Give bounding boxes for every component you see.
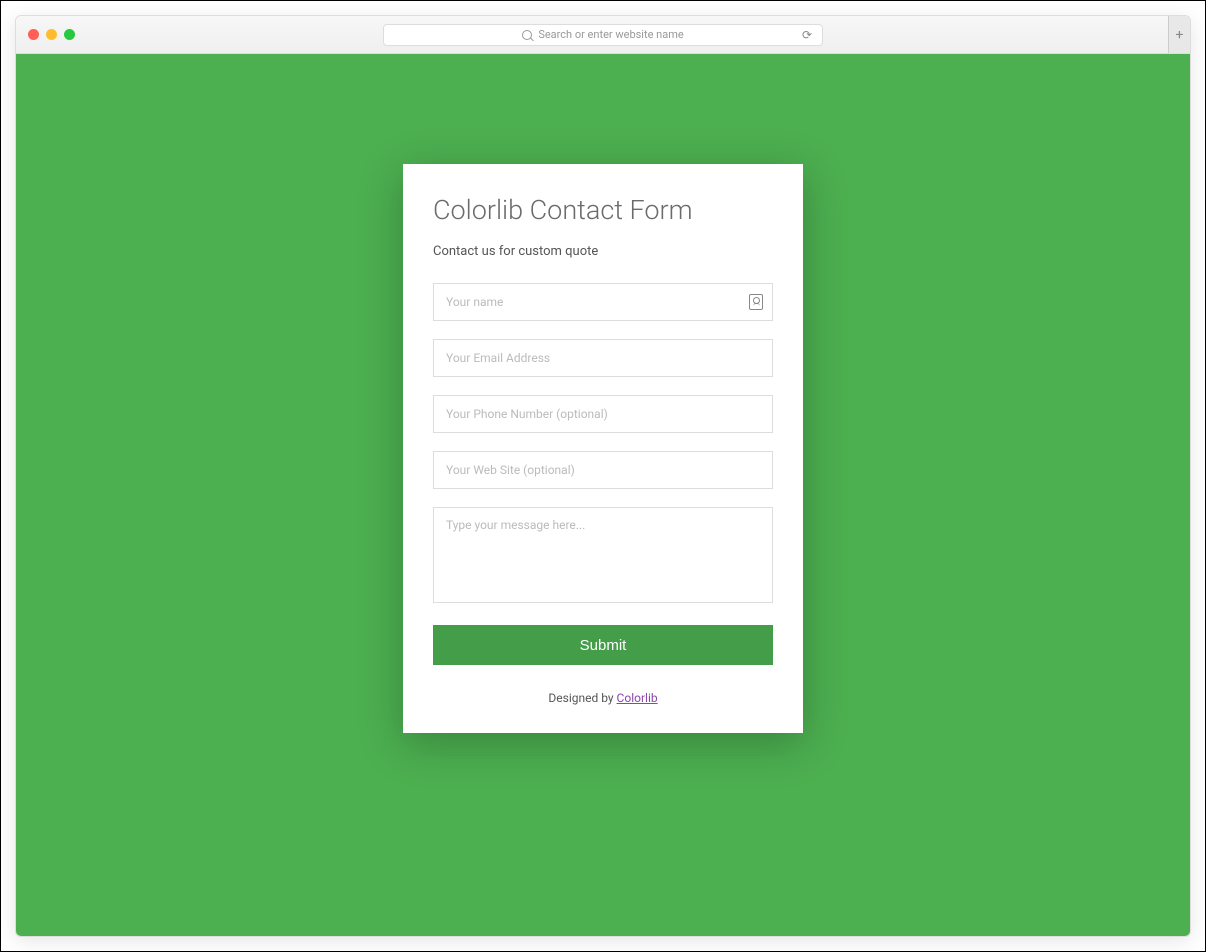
page-viewport: Colorlib Contact Form Contact us for cus…	[16, 54, 1190, 936]
refresh-icon[interactable]: ⟳	[802, 28, 812, 42]
traffic-lights	[28, 29, 75, 40]
credit-link[interactable]: Colorlib	[617, 691, 658, 705]
name-field-wrap	[433, 283, 773, 321]
credit-prefix: Designed by	[548, 691, 616, 705]
browser-window: Search or enter website name ⟳ + Colorli…	[15, 15, 1191, 937]
search-icon	[522, 30, 532, 40]
email-input[interactable]	[433, 339, 773, 377]
submit-button[interactable]: Submit	[433, 625, 773, 665]
maximize-window-button[interactable]	[64, 29, 75, 40]
form-subtitle: Contact us for custom quote	[433, 244, 773, 259]
minimize-window-button[interactable]	[46, 29, 57, 40]
address-placeholder: Search or enter website name	[538, 28, 683, 41]
new-tab-button[interactable]: +	[1168, 16, 1190, 53]
contact-card-icon	[749, 294, 763, 310]
credit-line: Designed by Colorlib	[433, 691, 773, 705]
message-textarea[interactable]	[433, 507, 773, 603]
close-window-button[interactable]	[28, 29, 39, 40]
name-input[interactable]	[433, 283, 773, 321]
address-bar[interactable]: Search or enter website name ⟳	[383, 24, 823, 46]
website-input[interactable]	[433, 451, 773, 489]
contact-form-card: Colorlib Contact Form Contact us for cus…	[403, 164, 803, 733]
form-title: Colorlib Contact Form	[433, 194, 773, 226]
browser-chrome: Search or enter website name ⟳ +	[16, 16, 1190, 54]
form-fields: Submit	[433, 283, 773, 665]
phone-input[interactable]	[433, 395, 773, 433]
